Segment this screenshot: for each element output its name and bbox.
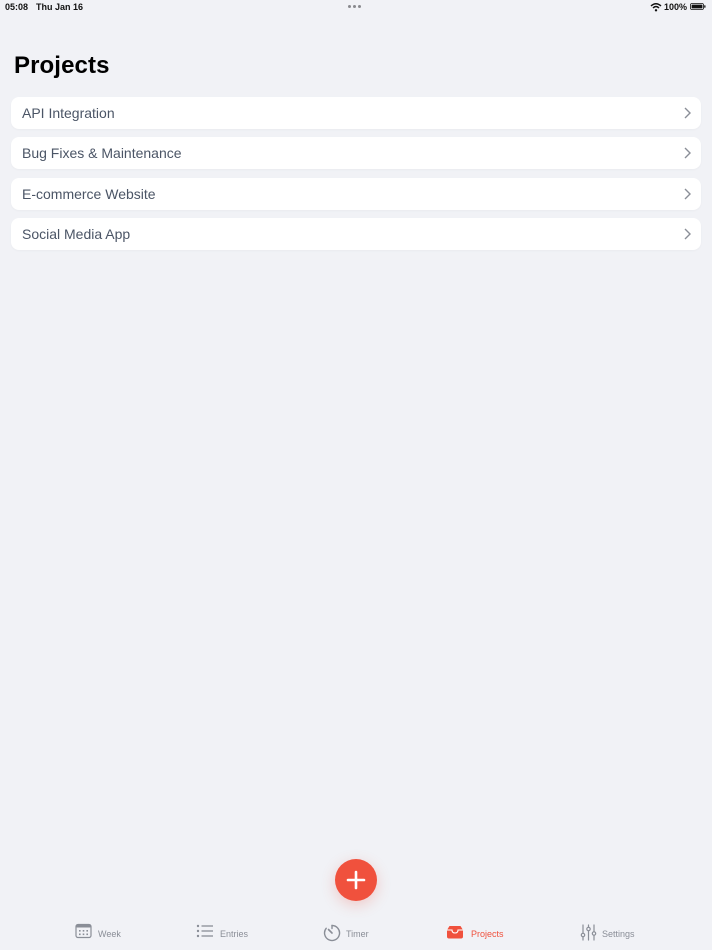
chevron-right-icon bbox=[684, 228, 691, 240]
list-icon bbox=[196, 924, 213, 938]
chevron-right-icon bbox=[684, 147, 691, 159]
tab-settings[interactable]: Settings bbox=[580, 915, 650, 950]
status-time: 05:08 bbox=[5, 2, 29, 12]
tab-label: Timer bbox=[346, 929, 369, 939]
project-name: Social Media App bbox=[22, 225, 131, 242]
battery-percent: 100% bbox=[664, 2, 688, 12]
tab-week[interactable]: Week bbox=[75, 915, 135, 950]
tab-entries[interactable]: Entries bbox=[196, 915, 256, 950]
tab-projects[interactable]: Projects bbox=[445, 915, 515, 950]
tab-bar: Week Entries Timer Projects Settings bbox=[0, 915, 712, 950]
tray-icon bbox=[447, 926, 463, 939]
status-bar: 05:08 Thu Jan 16 100% bbox=[0, 0, 712, 14]
add-project-button[interactable] bbox=[335, 859, 377, 901]
tab-label: Settings bbox=[602, 929, 635, 939]
project-row-social-media-app[interactable]: Social Media App bbox=[11, 217, 701, 250]
plus-icon bbox=[346, 870, 366, 890]
tab-label: Entries bbox=[220, 929, 249, 939]
tab-label: Week bbox=[98, 929, 121, 939]
project-row-bug-fixes[interactable]: Bug Fixes & Maintenance bbox=[11, 137, 701, 170]
calendar-icon bbox=[75, 923, 92, 939]
status-date: Thu Jan 16 bbox=[36, 2, 84, 12]
tab-timer[interactable]: Timer bbox=[323, 915, 383, 950]
project-name: API Integration bbox=[22, 105, 115, 121]
tab-label: Projects bbox=[471, 929, 504, 939]
project-row-ecommerce-website[interactable]: E-commerce Website bbox=[11, 177, 701, 210]
wifi-icon bbox=[650, 3, 662, 12]
sliders-icon bbox=[580, 924, 597, 941]
chevron-right-icon bbox=[684, 188, 691, 200]
project-name: Bug Fixes & Maintenance bbox=[22, 145, 182, 162]
project-name: E-commerce Website bbox=[22, 185, 156, 202]
chevron-right-icon bbox=[684, 107, 691, 119]
page-title: Projects bbox=[14, 52, 110, 79]
battery-icon bbox=[690, 3, 706, 10]
multitasking-dots-icon[interactable] bbox=[348, 5, 364, 9]
timer-icon bbox=[323, 924, 341, 942]
project-list: API Integration Bug Fixes & Maintenance … bbox=[11, 97, 701, 258]
project-row-api-integration[interactable]: API Integration bbox=[11, 97, 701, 129]
